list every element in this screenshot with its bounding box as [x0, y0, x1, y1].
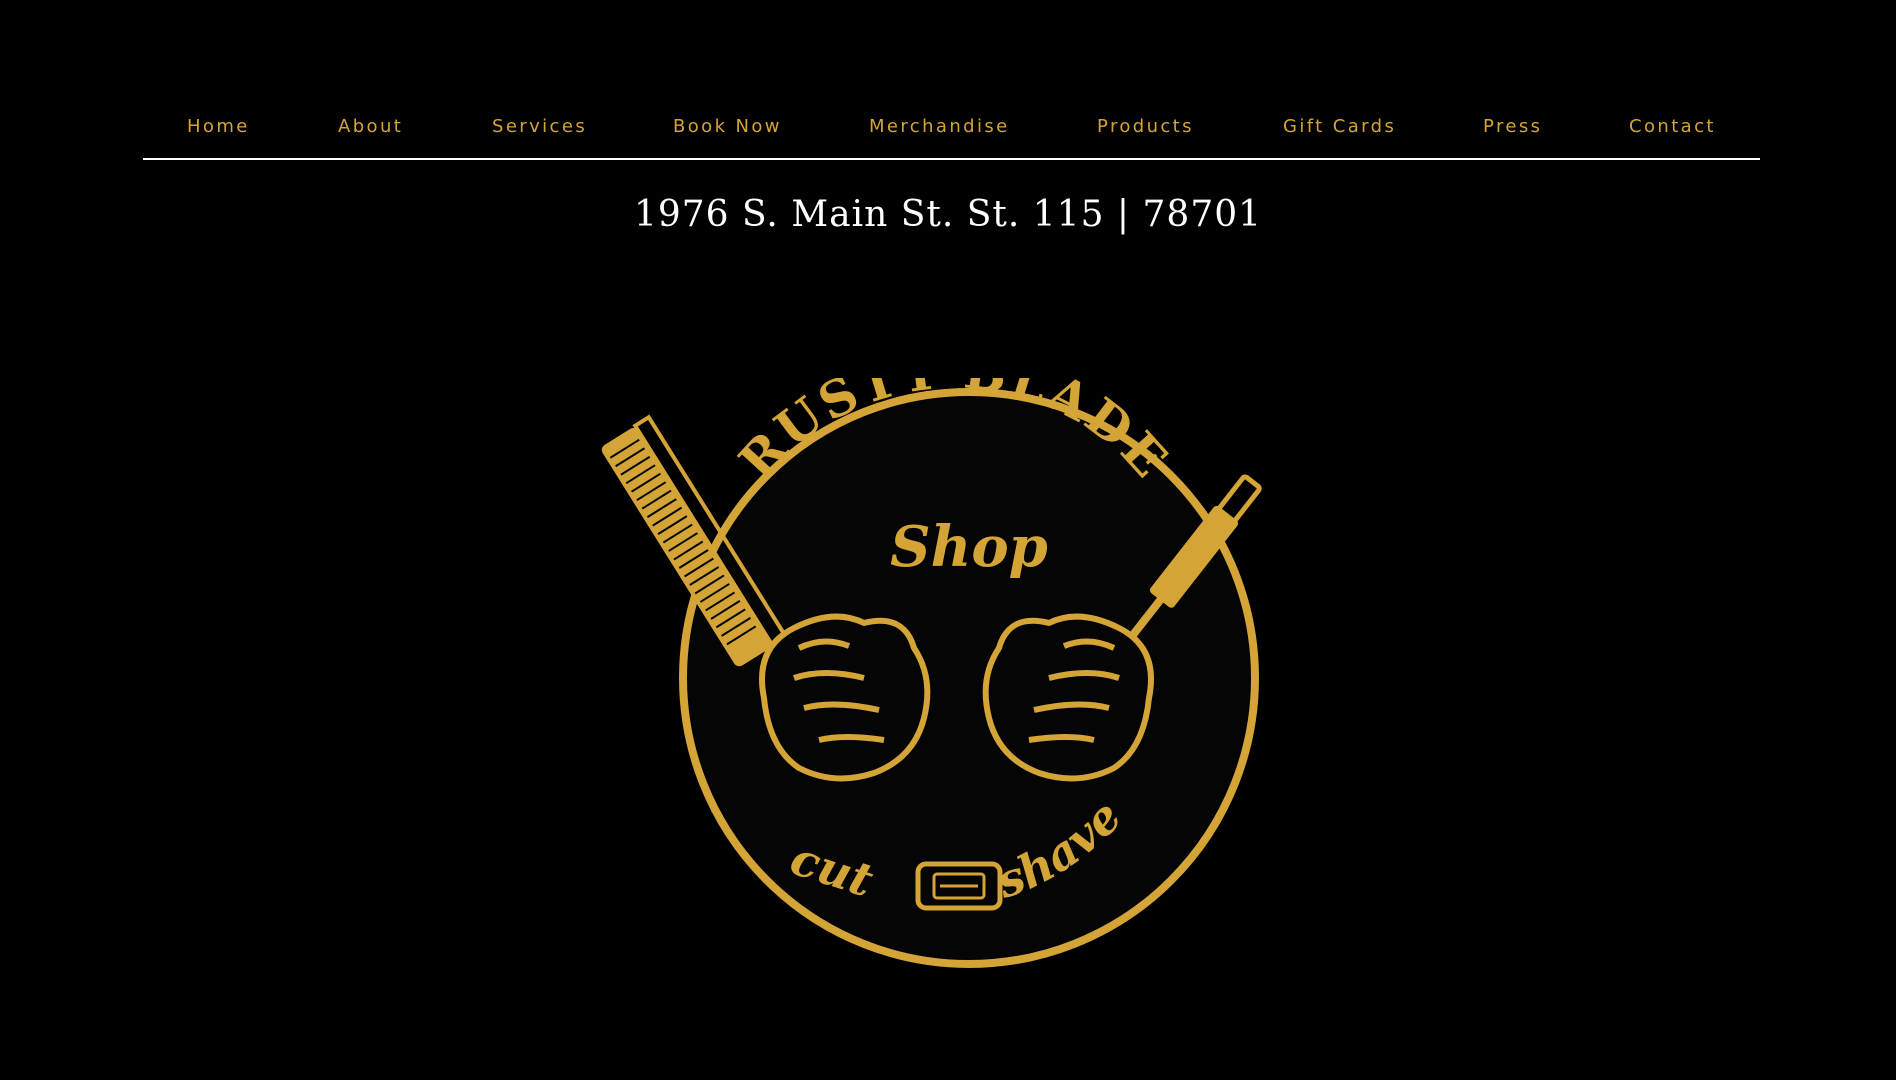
main-navigation: Home About Services Book Now Merchandise…: [143, 102, 1760, 160]
rusty-blade-shop-logo: RUSTY BLADE Shop cut shave: [601, 378, 1262, 968]
nav-gift-cards[interactable]: Gift Cards: [1283, 116, 1396, 137]
nav-merchandise[interactable]: Merchandise: [869, 116, 1010, 137]
nav-home[interactable]: Home: [187, 116, 250, 137]
left-fist-icon: [759, 613, 931, 782]
nav-book-now[interactable]: Book Now: [673, 116, 782, 137]
shop-address: 1976 S. Main St. St. 115 | 78701: [633, 194, 1263, 235]
razor-blade-icon: [915, 861, 1003, 911]
nav-services[interactable]: Services: [492, 116, 587, 137]
nav-press[interactable]: Press: [1483, 116, 1542, 137]
nav-contact[interactable]: Contact: [1629, 116, 1716, 137]
right-fist-icon: [982, 613, 1154, 782]
nav-about[interactable]: About: [338, 116, 403, 137]
logo-script-text: Shop: [890, 514, 1048, 580]
nav-products[interactable]: Products: [1097, 116, 1194, 137]
